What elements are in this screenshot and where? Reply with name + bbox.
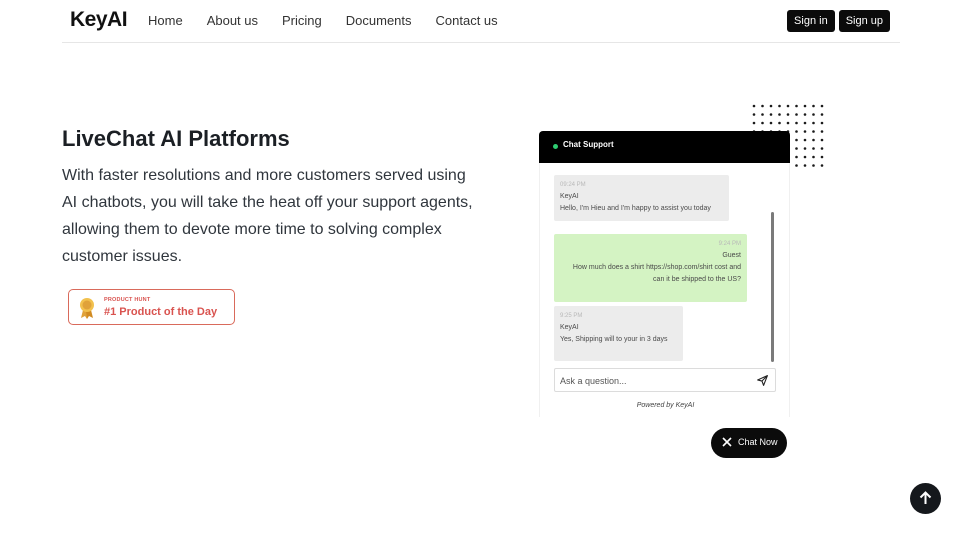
decorative-dot: [795, 164, 798, 167]
decorative-dot: [812, 104, 815, 108]
chat-message-bot: 9:25 PM KeyAI Yes, Shipping will to your…: [554, 306, 683, 361]
decorative-dot: [795, 138, 798, 142]
decorative-dot: [769, 121, 773, 125]
powered-by: Powered by KeyAI: [636, 402, 695, 409]
hero-title: LiveChat AI Platforms: [62, 126, 290, 151]
decorative-dot: [820, 113, 824, 116]
close-icon: [722, 437, 732, 447]
message-text: Hello, I'm Hieu and I'm happy to assist …: [560, 205, 711, 212]
sign-in-button[interactable]: Sign in: [787, 10, 835, 32]
nav-pricing[interactable]: Pricing: [282, 13, 322, 29]
chat-input-box: [554, 368, 776, 392]
chat-scrollbar[interactable]: [771, 212, 774, 362]
decorative-dot: [752, 121, 756, 125]
decorative-dot: [803, 147, 807, 150]
badge-subtitle: PRODUCT HUNT: [104, 297, 151, 303]
decorative-dot: [769, 113, 773, 116]
decorative-dot: [795, 113, 798, 116]
site-header: KeyAI Home About us Pricing Documents Co…: [62, 0, 900, 43]
decorative-dot: [803, 164, 807, 167]
nav-contact-us[interactable]: Contact us: [436, 13, 498, 29]
chat-input[interactable]: [560, 374, 750, 388]
online-status-dot: [553, 144, 558, 149]
message-sender: KeyAI: [560, 193, 579, 200]
send-icon[interactable]: [756, 374, 769, 387]
decorative-dot: [812, 138, 815, 142]
decorative-dot: [820, 138, 824, 142]
decorative-dot: [761, 113, 764, 116]
nav-documents[interactable]: Documents: [346, 13, 412, 29]
decorative-dot: [803, 130, 807, 133]
decorative-dot: [786, 121, 790, 125]
decorative-dot: [795, 155, 798, 159]
decorative-dot: [812, 121, 815, 125]
decorative-dot: [820, 130, 824, 133]
chat-now-button[interactable]: Chat Now: [711, 428, 787, 458]
decorative-dot: [803, 104, 807, 108]
decorative-dot: [812, 130, 815, 133]
decorative-dot: [795, 121, 798, 125]
decorative-dot: [795, 104, 798, 108]
decorative-dot: [778, 113, 781, 116]
nav-home[interactable]: Home: [148, 13, 183, 29]
decorative-dot: [778, 121, 781, 125]
decorative-dot: [769, 104, 773, 108]
decorative-dot: [820, 164, 824, 167]
message-text: Yes, Shipping will to your in 3 days: [560, 336, 668, 343]
medal-icon: [80, 298, 94, 319]
decorative-dot: [803, 113, 807, 116]
message-text: How much does a shirt https://shop.com/s…: [572, 264, 741, 283]
logo[interactable]: KeyAI: [70, 8, 128, 32]
main-nav: Home About us Pricing Documents Contact …: [148, 13, 522, 29]
decorative-dot: [820, 155, 824, 159]
badge-title: #1 Product of the Day: [104, 306, 218, 318]
product-hunt-badge[interactable]: PRODUCT HUNT #1 Product of the Day: [68, 289, 235, 325]
decorative-dot: [761, 104, 764, 108]
message-time: 9:24 PM: [718, 241, 741, 247]
decorative-dot: [803, 138, 807, 142]
message-time: 9:25 PM: [560, 313, 583, 319]
decorative-dot: [761, 121, 764, 125]
decorative-dot: [812, 155, 815, 159]
decorative-dot: [820, 121, 824, 125]
message-sender: KeyAI: [560, 324, 579, 331]
auth-buttons: Sign in Sign up: [787, 10, 890, 32]
decorative-dot: [795, 147, 798, 150]
chat-message-bot: 09:24 PM KeyAI Hello, I'm Hieu and I'm h…: [554, 175, 729, 221]
decorative-dot: [803, 121, 807, 125]
chat-window: 09:24 PM KeyAI Hello, I'm Hieu and I'm h…: [539, 163, 790, 417]
decorative-dot: [752, 104, 756, 108]
decorative-dot: [752, 113, 756, 116]
chat-header: Chat Support: [539, 131, 790, 163]
decorative-dot: [786, 113, 790, 116]
hero-description: With faster resolutions and more custome…: [62, 167, 473, 265]
sign-up-button[interactable]: Sign up: [838, 10, 890, 32]
decorative-dot: [820, 147, 824, 150]
decorative-dot: [778, 104, 781, 108]
decorative-dot: [812, 147, 815, 150]
message-sender: Guest: [722, 252, 741, 259]
decorative-dot: [803, 155, 807, 159]
scroll-to-top-button[interactable]: [910, 483, 941, 514]
chat-now-label: Chat Now: [738, 437, 778, 447]
nav-about-us[interactable]: About us: [207, 13, 258, 29]
decorative-dot: [812, 113, 815, 116]
chat-message-guest: 9:24 PM Guest How much does a shirt http…: [554, 234, 747, 302]
decorative-dot: [820, 104, 824, 108]
arrow-up-icon: [919, 491, 932, 504]
decorative-dot: [786, 104, 790, 108]
message-time: 09:24 PM: [560, 182, 586, 188]
chat-header-title: Chat Support: [563, 140, 614, 149]
decorative-dot: [812, 164, 815, 167]
decorative-dot: [795, 130, 798, 133]
